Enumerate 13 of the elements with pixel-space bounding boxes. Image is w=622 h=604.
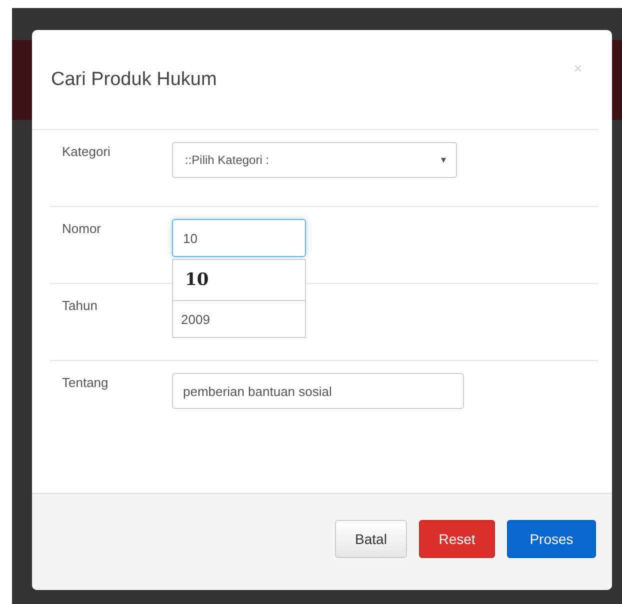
suggestion-item[interactable]: 2009	[173, 301, 305, 337]
suggestion-item[interactable]: 10	[173, 260, 305, 301]
field-label: Tentang	[61, 374, 110, 392]
field-label: Nomor	[61, 220, 102, 238]
field-label: Tahun	[61, 297, 98, 315]
dialog-button[interactable]: Reset	[419, 520, 495, 558]
dialog-button[interactable]: Proses	[507, 520, 596, 558]
field-label: Kategori	[61, 143, 112, 161]
category-dropdown[interactable]: ::Pilih Kategori : ▾	[172, 142, 457, 178]
dialog-title: Cari Produk Hukum	[51, 68, 217, 90]
dialog-button[interactable]: Batal	[335, 520, 407, 558]
input-field[interactable]: 10	[172, 219, 306, 257]
input-field[interactable]: pemberian bantuan sosial	[172, 373, 464, 409]
